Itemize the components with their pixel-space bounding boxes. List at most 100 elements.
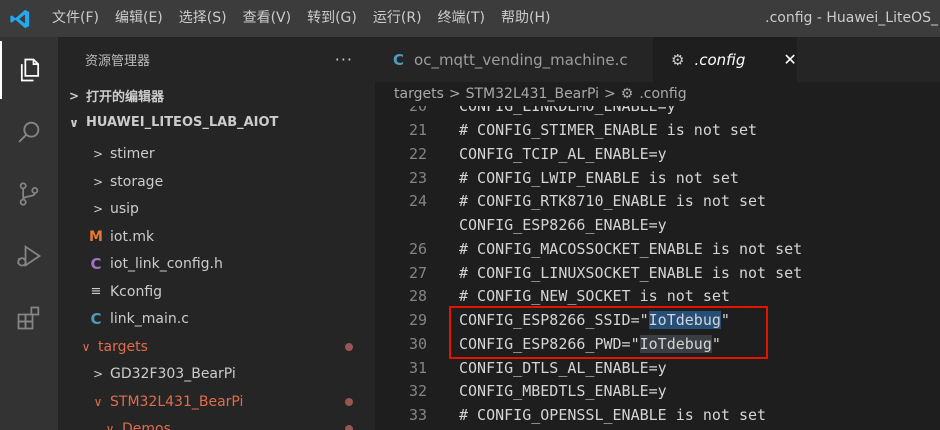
code-line: 32 CONFIG_MBEDTLS_ENABLE=y [375, 379, 940, 403]
line-number: 20 [375, 106, 427, 115]
c-file-icon: C [90, 309, 102, 328]
highlight-box [449, 306, 768, 359]
tree-item-label: STM32L431_BearPi [110, 393, 244, 410]
line-number: 31 [408, 358, 427, 377]
tree-item-kconfig[interactable]: ≡ Kconfig [58, 278, 375, 305]
line-number: 30 [408, 334, 427, 353]
chevron-down-icon: ∨ [69, 115, 79, 130]
line-number: 32 [408, 381, 427, 400]
tab-oc-mqtt-vending-machine[interactable]: C oc_mqtt_vending_machine.c [375, 37, 653, 82]
code-line: 26 # CONFIG_MACOSSOCKET_ENABLE is not se… [375, 237, 940, 261]
explorer-icon[interactable] [0, 41, 58, 99]
line-text: # CONFIG_RTK8710_ENABLE is not set [459, 191, 767, 210]
tree-item-stm32l431[interactable]: ∨ STM32L431_BearPi [58, 388, 375, 415]
more-actions-icon[interactable]: ··· [335, 50, 353, 69]
breadcrumb-config[interactable]: .config [639, 86, 686, 102]
gear-icon: ⚙ [620, 86, 634, 102]
code-line: 24 # CONFIG_RTK8710_ENABLE is not set [375, 189, 940, 213]
code-line: CONFIG_ESP8266_ENABLE=y [375, 213, 940, 237]
line-number: 24 [408, 191, 427, 210]
chevron-right-icon: > [92, 146, 104, 161]
modified-dot-icon [345, 425, 353, 430]
menu-bar: 文件(F) 编辑(E) 选择(S) 查看(V) 转到(G) 运行(R) 终端(T… [40, 0, 558, 37]
c-file-icon: C [393, 50, 405, 69]
kconfig-file-icon: ≡ [90, 284, 102, 299]
breadcrumb-stm32l431[interactable]: STM32L431_BearPi [466, 86, 599, 102]
close-icon[interactable]: ✕ [783, 50, 796, 69]
line-text: # CONFIG_LINUXSOCKET_ENABLE is not set [459, 263, 803, 282]
chevron-right-icon: > [68, 88, 80, 103]
line-number: 21 [408, 120, 427, 139]
line-number: 33 [408, 405, 427, 424]
activity-bar [0, 37, 58, 430]
code-editor[interactable]: 20 CONFIG_LINKDEMO_ENABLE=y 21 # CONFIG_… [375, 106, 940, 430]
menu-view[interactable]: 查看(V) [235, 0, 300, 37]
tree-item-label: GD32F303_BearPi [110, 365, 236, 382]
tree-item-iot-mk[interactable]: M iot.mk [58, 223, 375, 250]
search-icon[interactable] [0, 103, 58, 161]
menu-file[interactable]: 文件(F) [40, 0, 107, 37]
modified-dot-icon [345, 343, 353, 351]
line-text: CONFIG_DTLS_AL_ENABLE=y [459, 358, 667, 377]
extensions-icon[interactable] [0, 289, 58, 347]
tree-item-usip[interactable]: > usip [58, 195, 375, 222]
code-line: 23 # CONFIG_LWIP_ENABLE is not set [375, 166, 940, 190]
tree-item-demos[interactable]: ∨ Demos [58, 415, 375, 430]
menu-selection[interactable]: 选择(S) [171, 0, 235, 37]
code-line: 21 # CONFIG_STIMER_ENABLE is not set [375, 118, 940, 142]
editor-tabs: C oc_mqtt_vending_machine.c ⚙ .config ✕ [375, 37, 940, 82]
run-debug-icon[interactable] [0, 227, 58, 285]
line-number: 26 [408, 239, 427, 258]
tree-item-storage[interactable]: > storage [58, 168, 375, 195]
workspace-root[interactable]: ∨ HUAWEI_LITEOS_LAB_AIOT [58, 109, 375, 136]
tree-item-targets[interactable]: ∨ targets [58, 333, 375, 360]
explorer-sidebar: 资源管理器 ··· > 打开的编辑器 ∨ HUAWEI_LITEOS_LAB_A… [58, 37, 375, 430]
line-number: 29 [408, 310, 427, 329]
line-number: 23 [408, 168, 427, 187]
menu-terminal[interactable]: 终端(T) [430, 0, 493, 37]
tree-item-label: usip [110, 200, 139, 217]
tab-config[interactable]: ⚙ .config ✕ [653, 37, 797, 82]
breadcrumb-separator-icon: > [604, 86, 616, 102]
line-number: 22 [408, 144, 427, 163]
menu-help[interactable]: 帮助(H) [493, 0, 558, 37]
line-text: # CONFIG_STIMER_ENABLE is not set [459, 120, 758, 139]
tree-item-link-main[interactable]: C link_main.c [58, 305, 375, 332]
tree-item-label: storage [110, 173, 164, 190]
open-editors-section[interactable]: > 打开的编辑器 [58, 82, 375, 109]
tree-item-label: Kconfig [110, 283, 163, 300]
code-line: 20 CONFIG_LINKDEMO_ENABLE=y [375, 106, 940, 118]
source-control-icon[interactable] [0, 165, 58, 223]
open-editors-label: 打开的编辑器 [86, 90, 165, 105]
code-line: 27 # CONFIG_LINUXSOCKET_ENABLE is not se… [375, 261, 940, 285]
code-line: 22 CONFIG_TCIP_AL_ENABLE=y [375, 142, 940, 166]
chevron-down-icon: ∨ [93, 394, 103, 409]
chevron-right-icon: > [92, 366, 104, 381]
code-line: 28 # CONFIG_NEW_SOCKET is not set [375, 284, 940, 308]
chevron-right-icon: > [92, 201, 104, 216]
makefile-icon: M [89, 228, 103, 245]
breadcrumb: targets > STM32L431_BearPi > ⚙ .config [375, 82, 940, 106]
window-title: .config - Huawei_LiteOS_ [765, 10, 938, 26]
tree-item-stimer[interactable]: > stimer [58, 140, 375, 167]
breadcrumb-separator-icon: > [448, 86, 461, 102]
tree-item-iot-link-config[interactable]: C iot_link_config.h [58, 250, 375, 277]
menu-go[interactable]: 转到(G) [299, 0, 365, 37]
line-text: CONFIG_LINKDEMO_ENABLE=y [459, 106, 676, 115]
tree-item-label: Demos [122, 420, 171, 430]
sidebar-title: 资源管理器 [85, 54, 151, 69]
chevron-down-icon: ∨ [81, 339, 91, 354]
menu-edit[interactable]: 编辑(E) [107, 0, 171, 37]
tree-item-label: link_main.c [110, 310, 189, 327]
tree-item-label: targets [98, 338, 148, 355]
workspace-root-label: HUAWEI_LITEOS_LAB_AIOT [86, 115, 279, 130]
breadcrumb-targets[interactable]: targets [394, 86, 444, 102]
menu-run[interactable]: 运行(R) [365, 0, 430, 37]
tree-item-gd32f303[interactable]: > GD32F303_BearPi [58, 360, 375, 387]
chevron-right-icon: > [92, 174, 104, 189]
tab-label: .config [694, 50, 746, 69]
line-text: # CONFIG_NEW_SOCKET is not set [459, 286, 730, 305]
chevron-down-icon: ∨ [105, 421, 115, 430]
sidebar-header: 资源管理器 ··· [58, 37, 375, 82]
line-text: CONFIG_ESP8266_ENABLE=y [459, 215, 667, 234]
